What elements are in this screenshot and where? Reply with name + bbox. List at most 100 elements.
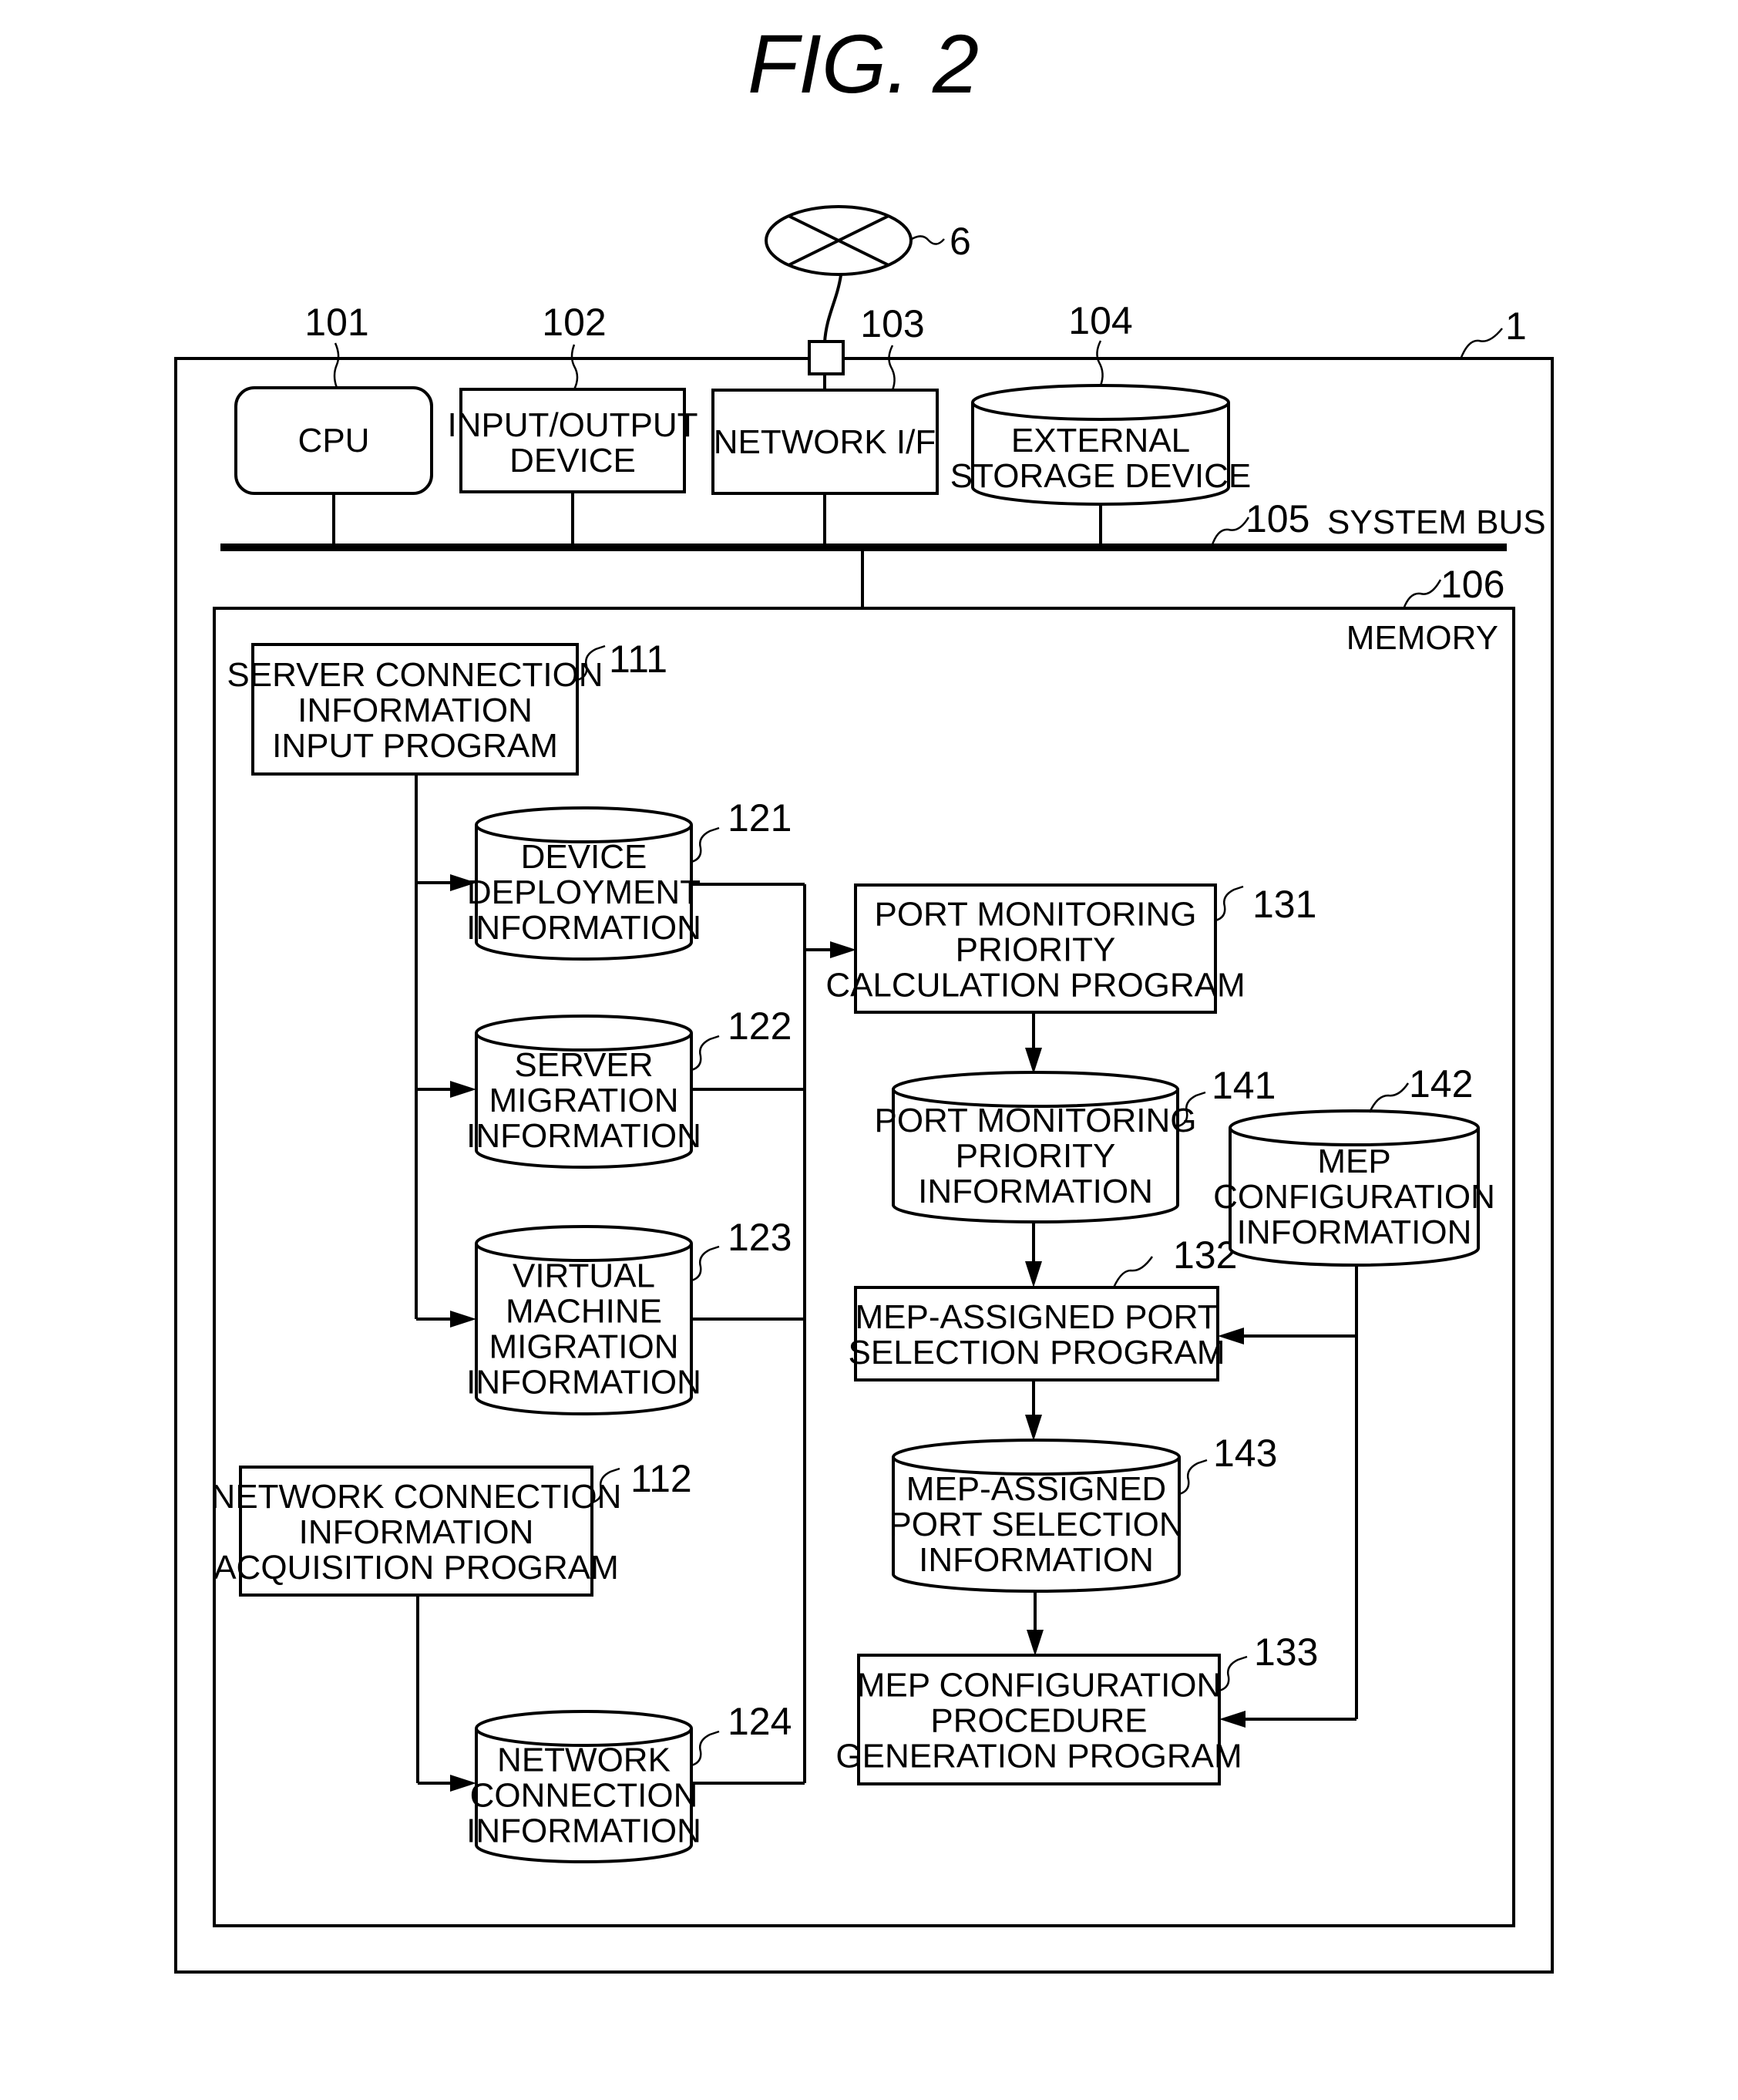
data-store-142-label-line-1: MEP [1317,1143,1390,1180]
data-store-141-label-line-3: INFORMATION [918,1173,1153,1210]
program-112-label-line-3: ACQUISITION PROGRAM [213,1549,619,1587]
program-132-label-line-1: MEP-ASSIGNED PORT [855,1298,1218,1336]
program-133: MEP CONFIGURATIONPROCEDUREGENERATION PRO… [835,1631,1318,1785]
data-store-122-label-line-3: INFORMATION [466,1117,701,1155]
ref-label-133: 133 [1254,1631,1318,1674]
ref-leader-6 [911,235,945,245]
program-111-label-line-1: SERVER CONNECTION [227,656,603,694]
data-store-122: SERVERMIGRATIONINFORMATION 122 [466,1005,792,1169]
ref-label-106: 106 [1440,563,1504,606]
figure-title: FIG. 2 [748,17,979,110]
arrowhead-to-131 [830,941,856,958]
data-store-143-label-line-2: PORT SELECTION [889,1506,1183,1543]
arrowhead-to-122 [450,1081,476,1098]
data-store-143-label-line-1: MEP-ASSIGNED [906,1470,1166,1508]
data-store-123-label-line-4: INFORMATION [466,1364,701,1402]
ref-leader-121 [691,826,720,863]
data-store-121-label-line-1: DEVICE [521,838,647,876]
cpu-block: CPU 101 [234,301,433,495]
data-store-123-label-line-3: MIGRATION [489,1328,678,1366]
ref-leader-133 [1219,1655,1248,1692]
ref-label-104: 104 [1068,299,1132,342]
data-store-cylinder-top-124 [475,1710,693,1747]
data-store-122-label-line-1: SERVER [514,1046,653,1084]
ref-label-141: 141 [1212,1064,1276,1107]
ref-label-103: 103 [860,302,924,345]
data-store-124: NETWORKCONNECTIONINFORMATION 124 [466,1700,792,1863]
ref-label-6: 6 [950,220,971,263]
data-store-124-label-line-2: CONNECTION [470,1777,698,1815]
program-133-label-line-3: GENERATION PROGRAM [835,1738,1242,1775]
program-111-label-line-2: INFORMATION [298,692,533,729]
ref-label-111: 111 [609,638,667,681]
arrowhead-142-to-133 [1219,1711,1246,1728]
data-store-cylinder-top-143 [892,1439,1181,1476]
ref-label-102: 102 [542,301,606,344]
program-112-label-line-1: NETWORK CONNECTION [211,1478,622,1516]
network-cable [823,274,842,343]
ref-leader-103 [888,345,896,391]
program-111: SERVER CONNECTIONINFORMATIONINPUT PROGRA… [227,638,667,776]
ref-label-112: 112 [630,1457,692,1500]
ref-leader-101 [333,342,340,389]
data-store-141-label-line-1: PORT MONITORING [874,1102,1196,1139]
data-store-cylinder-top-142 [1229,1109,1480,1146]
ref-leader-102 [570,344,579,390]
program-132: MEP-ASSIGNED PORTSELECTION PROGRAM 132 [849,1233,1237,1381]
memory-label: MEMORY [1346,619,1498,657]
ref-leader-132 [1112,1256,1154,1288]
arrowhead-to-132 [1025,1261,1042,1287]
ref-leader-122 [691,1035,720,1072]
data-store-143: MEP-ASSIGNEDPORT SELECTIONINFORMATION 143 [889,1432,1277,1593]
data-store-121-label-line-2: DEPLOYMENT [467,873,701,911]
data-store-121-label-line-3: INFORMATION [466,909,701,947]
ref-label-132: 132 [1173,1233,1237,1277]
data-store-124-label-line-3: INFORMATION [466,1812,701,1850]
external-storage-label-line-1: EXTERNAL [1011,422,1190,459]
arrowhead-to-133 [1027,1630,1044,1656]
ref-leader-1 [1459,328,1503,360]
external-storage-cylinder-top [971,384,1230,421]
io-device-block: INPUT/OUTPUT DEVICE 102 [447,301,698,493]
data-store-142-label-line-3: INFORMATION [1237,1213,1472,1251]
ref-label-1: 1 [1505,305,1527,348]
ref-leader-143 [1178,1459,1208,1496]
ref-label-143: 143 [1213,1432,1277,1475]
data-store-cylinder-top-121 [475,806,693,843]
data-store-123-label-line-2: MACHINE [506,1293,662,1331]
program-132-label-line-2: SELECTION PROGRAM [849,1334,1225,1371]
external-storage-block: EXTERNAL STORAGE DEVICE 104 [950,299,1251,506]
ref-label-122: 122 [728,1005,792,1048]
cpu-label: CPU [298,422,370,459]
arrowhead-to-143 [1025,1415,1042,1441]
ref-label-101: 101 [304,301,368,344]
data-store-123: VIRTUALMACHINEMIGRATIONINFORMATION 123 [466,1216,792,1415]
ref-leader-106 [1402,579,1442,610]
data-store-123-label-line-1: VIRTUAL [513,1257,655,1295]
data-store-142-label-line-2: CONFIGURATION [1213,1178,1495,1216]
network-interface-label: NETWORK I/F [714,423,936,461]
data-store-cylinder-top-123 [475,1225,693,1262]
arrowhead-to-123 [450,1311,476,1328]
program-133-label-line-1: MEP CONFIGURATION [857,1667,1222,1705]
ref-leader-104 [1096,340,1104,386]
program-131-label-line-1: PORT MONITORING [874,896,1196,934]
data-store-124-label-line-1: NETWORK [497,1742,671,1779]
program-112: NETWORK CONNECTIONINFORMATIONACQUISITION… [211,1457,692,1597]
ref-label-142: 142 [1409,1062,1473,1106]
arrowhead-to-141 [1025,1048,1042,1074]
ref-label-131: 131 [1252,883,1316,926]
data-store-141-label-line-2: PRIORITY [956,1137,1116,1175]
system-bus-label: SYSTEM BUS [1327,503,1546,541]
ref-label-121: 121 [728,796,792,840]
ref-label-123: 123 [728,1216,792,1259]
data-store-122-label-line-2: MIGRATION [489,1082,678,1119]
program-131: PORT MONITORINGPRIORITYCALCULATION PROGR… [825,883,1316,1014]
data-store-143-label-line-3: INFORMATION [919,1541,1154,1579]
program-131-label-line-3: CALCULATION PROGRAM [825,967,1245,1005]
ref-leader-105 [1210,517,1250,547]
io-device-label-line-2: DEVICE [509,442,636,480]
ref-label-124: 124 [728,1700,792,1743]
figure-canvas: FIG. 2 6 1 CPU 101 INPUT/OUTPUT DEVICE 1… [174,17,1554,1974]
ref-leader-142 [1368,1082,1410,1113]
